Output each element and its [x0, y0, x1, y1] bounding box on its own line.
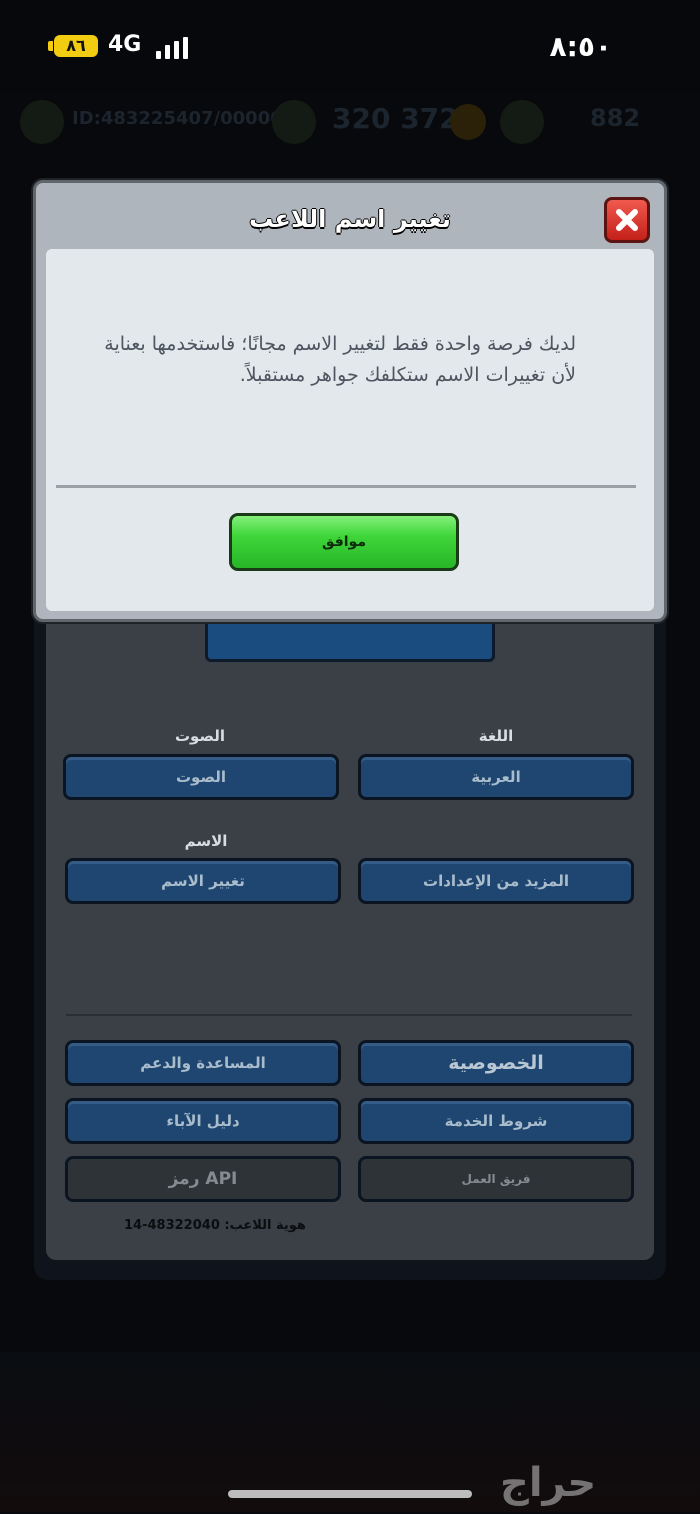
coin-icon	[450, 104, 486, 140]
credits-button[interactable]: فريق العمل	[358, 1156, 634, 1202]
battery-nub	[48, 41, 53, 51]
settings-divider	[66, 1014, 632, 1016]
ok-button[interactable]: موافق	[229, 513, 459, 571]
privacy-button[interactable]: الخصوصية	[358, 1040, 634, 1086]
terms-button[interactable]: شروط الخدمة	[358, 1098, 634, 1144]
settings-panel-body	[46, 560, 654, 1260]
parents-guide-button[interactable]: دليل الآباء	[65, 1098, 341, 1144]
dialog-body: لديك فرصة واحدة فقط لتغيير الاسم مجانًا؛…	[46, 249, 654, 611]
help-support-button[interactable]: المساعدة والدعم	[65, 1040, 341, 1086]
close-icon	[616, 209, 638, 231]
top-hud: ID:483225407/00000 320 372 882	[0, 92, 700, 152]
clock: ٨:٥٠	[549, 30, 612, 63]
network-type: 4G	[108, 32, 142, 57]
dialog-message: لديك فرصة واحدة فقط لتغيير الاسم مجانًا؛…	[104, 333, 576, 386]
dialog-title: تغيير اسم اللاعب	[249, 205, 451, 233]
home-indicator[interactable]	[228, 1490, 472, 1498]
language-label: اللغة	[478, 727, 514, 745]
api-token-button[interactable]: رمز API	[65, 1156, 341, 1202]
gem-icon	[272, 100, 316, 144]
name-label: الاسم	[184, 832, 228, 850]
more-settings-button[interactable]: المزيد من الإعدادات	[358, 858, 634, 904]
hud-player-info: ID:483225407/00000	[72, 108, 283, 129]
battery-indicator: ٨٦	[54, 35, 98, 57]
sound-button[interactable]: الصوت	[63, 754, 339, 800]
hud-gem-count: 320 372	[332, 102, 459, 135]
status-bar: ٨٦ 4G ٨:٥٠	[0, 0, 700, 92]
avatar-icon	[20, 100, 64, 144]
player-id-text: هوية اللاعب: 48322040-14	[124, 1218, 306, 1233]
add-icon	[500, 100, 544, 144]
language-button[interactable]: العربية	[358, 754, 634, 800]
signal-icon	[156, 37, 190, 59]
dialog-separator	[56, 485, 636, 488]
hud-right-count: 882	[590, 104, 641, 132]
watermark-logo: حراج	[500, 1460, 597, 1506]
change-name-button[interactable]: تغيير الاسم	[65, 858, 341, 904]
close-button[interactable]	[604, 197, 650, 243]
sound-label: الصوت	[174, 727, 226, 745]
change-name-dialog: تغيير اسم اللاعب لديك فرصة واحدة فقط لتغ…	[33, 180, 667, 622]
